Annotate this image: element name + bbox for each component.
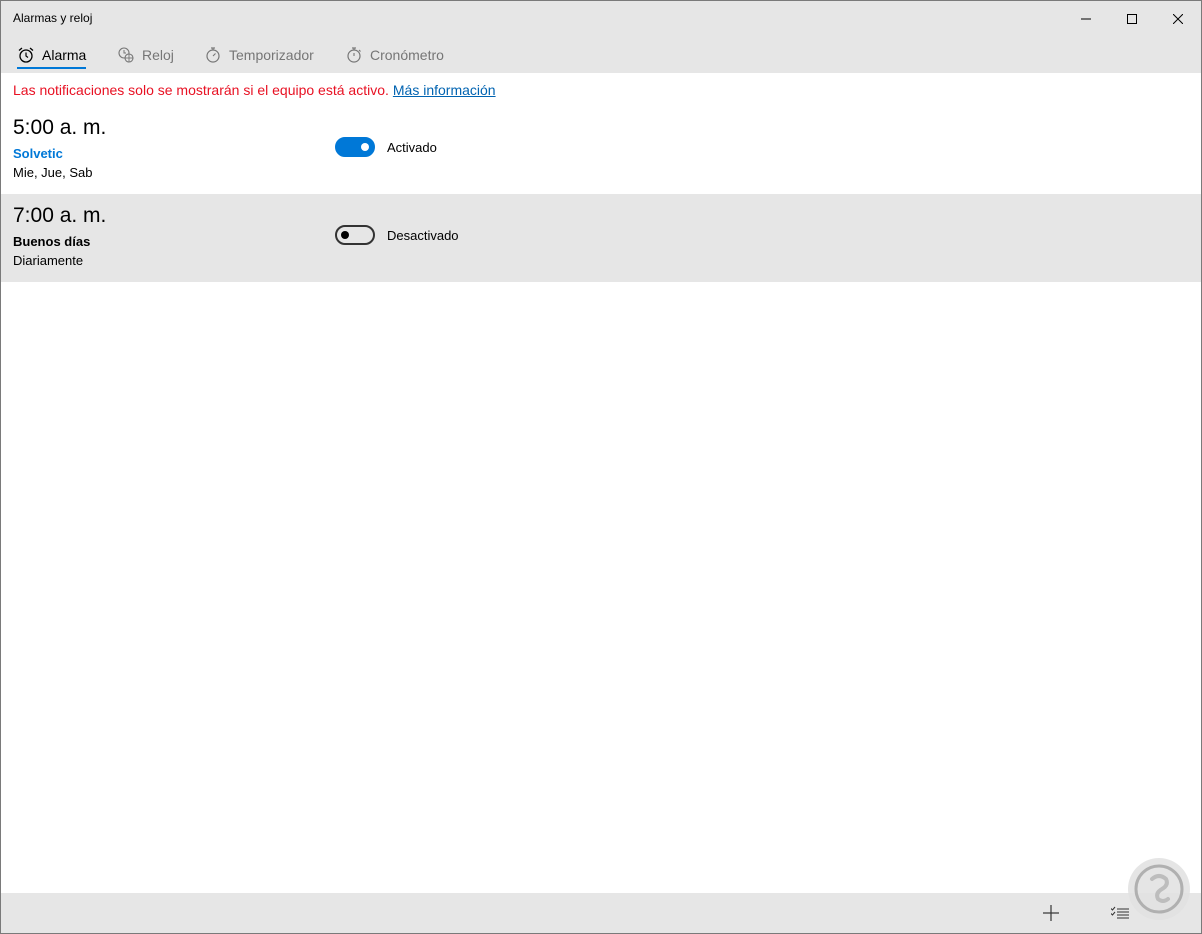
- more-info-link[interactable]: Más información: [393, 82, 496, 98]
- notice-text: Las notificaciones solo se mostrarán si …: [13, 82, 389, 98]
- tab-label: Alarma: [42, 46, 87, 63]
- alarm-name: Solvetic: [13, 146, 63, 161]
- alarm-time: 5:00 a. m.: [13, 116, 107, 139]
- alarm-item[interactable]: 7:00 a. m. Buenos días Diariamente Desac…: [1, 194, 1201, 282]
- tab-label: Cronómetro: [370, 46, 444, 63]
- toggle-knob: [341, 231, 349, 239]
- tab-temporizador[interactable]: Temporizador: [204, 36, 314, 73]
- timer-icon: [204, 46, 222, 64]
- tab-label: Reloj: [142, 46, 174, 63]
- tab-bar: Alarma Reloj Temporizador Cronómetro: [1, 36, 1201, 73]
- title-bar: Alarmas y reloj: [1, 1, 1201, 36]
- select-alarms-button[interactable]: [1100, 893, 1140, 933]
- alarm-days: Mie, Jue, Sab: [13, 165, 93, 180]
- alarm-days: Diariamente: [13, 253, 84, 268]
- toggle-knob: [361, 143, 369, 151]
- stopwatch-icon: [345, 46, 363, 64]
- alarm-status-label: Activado: [387, 140, 437, 155]
- notification-notice: Las notificaciones solo se mostrarán si …: [13, 82, 496, 98]
- alarm-status-label: Desactivado: [387, 228, 459, 243]
- tab-reloj[interactable]: Reloj: [117, 36, 174, 73]
- maximize-icon: [1127, 13, 1137, 24]
- alarm-name: Buenos días: [13, 234, 91, 249]
- active-tab-indicator: [17, 67, 86, 69]
- world-clock-icon: [117, 46, 135, 64]
- alarm-item[interactable]: 5:00 a. m. Solvetic Mie, Jue, Sab Activa…: [1, 106, 1201, 194]
- select-list-icon: [1111, 906, 1129, 919]
- alarm-time: 7:00 a. m.: [13, 204, 107, 227]
- tab-cronometro[interactable]: Cronómetro: [345, 36, 444, 73]
- add-alarm-button[interactable]: [1031, 893, 1071, 933]
- minimize-button[interactable]: [1063, 1, 1109, 36]
- plus-icon: [1043, 905, 1059, 921]
- close-button[interactable]: [1155, 1, 1201, 36]
- alarm-toggle[interactable]: [335, 225, 375, 245]
- minimize-icon: [1081, 18, 1091, 19]
- app-window: Alarmas y reloj Alarma Reloj Temporizado…: [0, 0, 1202, 934]
- tab-label: Temporizador: [229, 46, 314, 63]
- close-icon: [1173, 13, 1183, 24]
- command-bar: [1, 893, 1201, 933]
- alarm-toggle[interactable]: [335, 137, 375, 157]
- alarm-clock-icon: [17, 46, 35, 64]
- window-title: Alarmas y reloj: [13, 11, 93, 25]
- maximize-button[interactable]: [1109, 1, 1155, 36]
